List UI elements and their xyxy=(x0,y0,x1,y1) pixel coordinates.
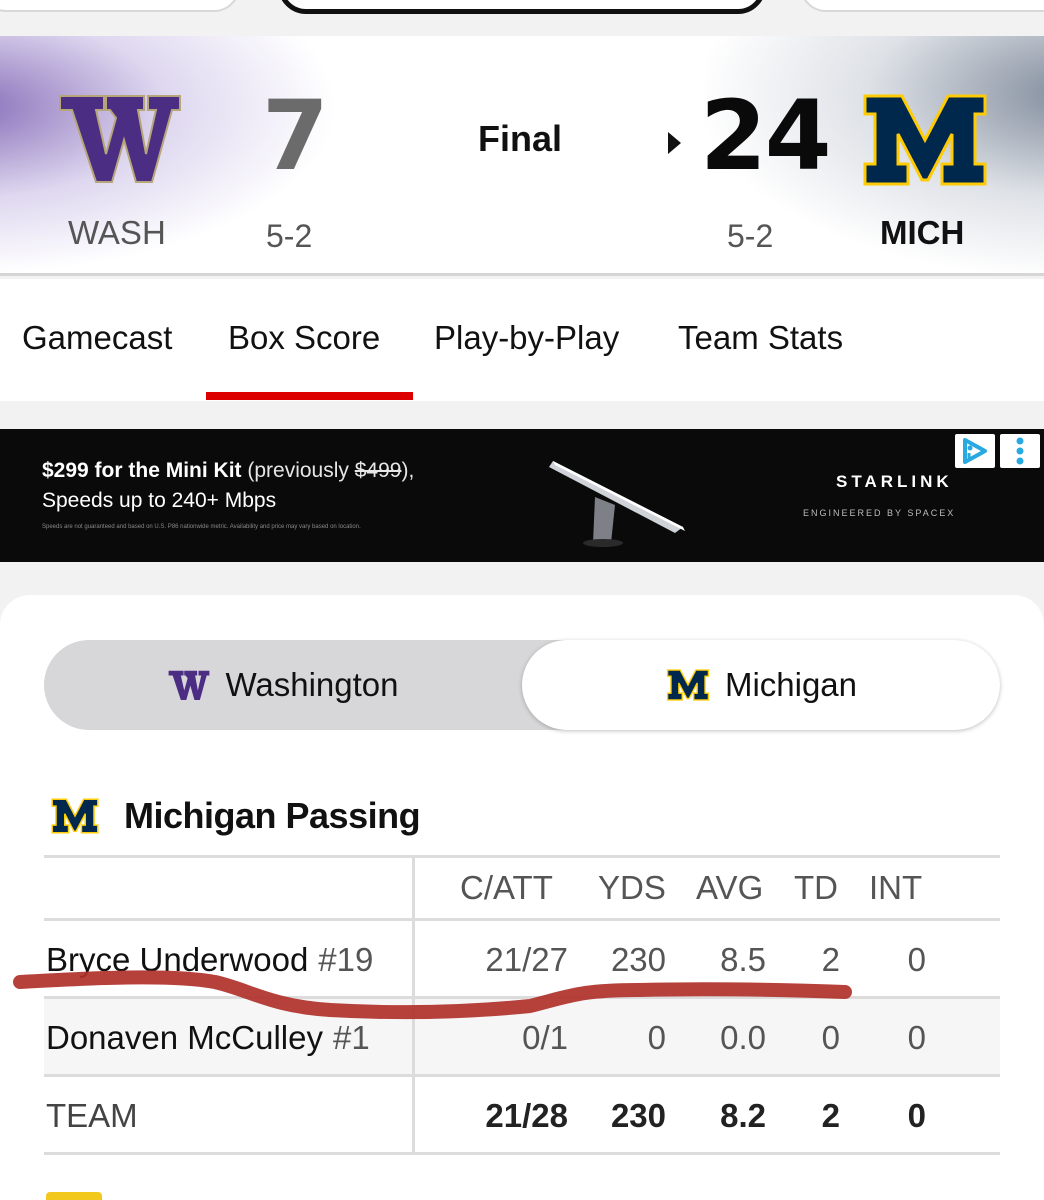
spacex-tagline: ENGINEERED BY SPACEX xyxy=(803,508,956,518)
kebab-menu-icon[interactable] xyxy=(1000,434,1040,468)
next-section-logo-peek xyxy=(46,1192,102,1200)
stat-int-total: 0 xyxy=(907,1097,926,1134)
tab-team-stats[interactable]: Team Stats xyxy=(678,319,843,357)
table-column-divider xyxy=(412,855,415,1155)
team-toggle: Washington Michigan xyxy=(44,640,1000,730)
ad-fine-print: Speeds are not guaranteed and based on U… xyxy=(42,524,361,530)
home-team-record: 5-2 xyxy=(727,218,774,254)
game-tabs: Gamecast Box Score Play-by-Play Team Sta… xyxy=(0,279,1044,401)
table-row-player[interactable]: Bryce Underwood #19 xyxy=(46,941,373,979)
stat-yds: 230 xyxy=(610,941,666,978)
active-tab-indicator xyxy=(206,392,413,400)
scoreboard: 7 Final 24 WASH 5-2 5-2 MICH xyxy=(0,36,1044,276)
box-score-card: Washington Michigan Michigan Passing C/A… xyxy=(0,595,1044,1200)
col-header-td: TD xyxy=(794,869,838,906)
stat-avg: 0.0 xyxy=(720,1019,766,1056)
toggle-michigan[interactable]: Michigan xyxy=(522,640,1000,730)
stat-yds: 0 xyxy=(647,1019,666,1056)
starlink-logo: STARLINK xyxy=(836,472,953,491)
top-nav-remnant xyxy=(0,0,1044,36)
ad-choices-icon[interactable] xyxy=(955,434,995,468)
away-score: 7 xyxy=(262,80,329,192)
col-header-int: INT xyxy=(869,869,923,906)
stat-catt: 21/27 xyxy=(485,941,568,978)
away-team-record: 5-2 xyxy=(266,218,313,254)
table-row-team-total: TEAM xyxy=(46,1097,138,1134)
stat-td: 0 xyxy=(821,1019,840,1056)
stat-td-total: 2 xyxy=(821,1097,840,1134)
table-divider xyxy=(44,996,1000,999)
stat-catt: 0/1 xyxy=(522,1019,568,1056)
stat-avg: 8.5 xyxy=(720,941,766,978)
toggle-washington-label: Washington xyxy=(225,666,399,703)
stat-int: 0 xyxy=(907,1019,926,1056)
passing-section-header: Michigan Passing xyxy=(48,795,421,837)
washington-logo[interactable] xyxy=(58,88,182,188)
toggle-michigan-label: Michigan xyxy=(724,666,858,703)
top-pill-right[interactable] xyxy=(800,0,1044,12)
ad-headline: $299 for the Mini Kit (previously $499), xyxy=(42,459,415,482)
starlink-ad-banner[interactable]: $299 for the Mini Kit (previously $499),… xyxy=(0,429,1044,562)
table-row-player[interactable]: Donaven McCulley #1 xyxy=(46,1019,370,1057)
box-score-page: 7 Final 24 WASH 5-2 5-2 MICH Gamecast Bo… xyxy=(0,0,1044,1200)
michigan-mini-logo xyxy=(666,669,710,701)
home-score: 24 xyxy=(700,80,832,192)
stat-yds-total: 230 xyxy=(610,1097,666,1134)
tab-box-score[interactable]: Box Score xyxy=(228,319,380,357)
tab-gamecast[interactable]: Gamecast xyxy=(22,319,172,357)
passing-section-title: Michigan Passing xyxy=(124,795,421,836)
top-pill-left[interactable] xyxy=(0,0,240,12)
col-header-catt: C/ATT xyxy=(460,869,553,906)
top-pill-center[interactable] xyxy=(278,0,766,14)
michigan-logo[interactable] xyxy=(862,90,988,190)
stat-avg-total: 8.2 xyxy=(720,1097,766,1134)
tab-play-by-play[interactable]: Play-by-Play xyxy=(434,319,619,357)
col-header-yds: YDS xyxy=(598,869,666,906)
starlink-dish-image xyxy=(549,461,685,547)
ad-subline: Speeds up to 240+ Mbps xyxy=(42,489,277,512)
washington-mini-logo xyxy=(169,670,210,700)
stat-catt-total: 21/28 xyxy=(485,1097,568,1134)
stat-td: 2 xyxy=(821,941,840,978)
table-divider xyxy=(44,855,1000,858)
michigan-section-logo xyxy=(51,798,99,834)
toggle-washington[interactable]: Washington xyxy=(44,640,522,730)
table-divider xyxy=(44,1152,1000,1155)
winner-arrow-icon xyxy=(668,132,681,154)
stat-int: 0 xyxy=(907,941,926,978)
game-status: Final xyxy=(478,118,563,159)
home-team-abbr[interactable]: MICH xyxy=(880,214,964,252)
away-team-abbr[interactable]: WASH xyxy=(68,214,166,252)
col-header-avg: AVG xyxy=(696,869,764,906)
table-divider xyxy=(44,918,1000,921)
table-divider xyxy=(44,1074,1000,1077)
